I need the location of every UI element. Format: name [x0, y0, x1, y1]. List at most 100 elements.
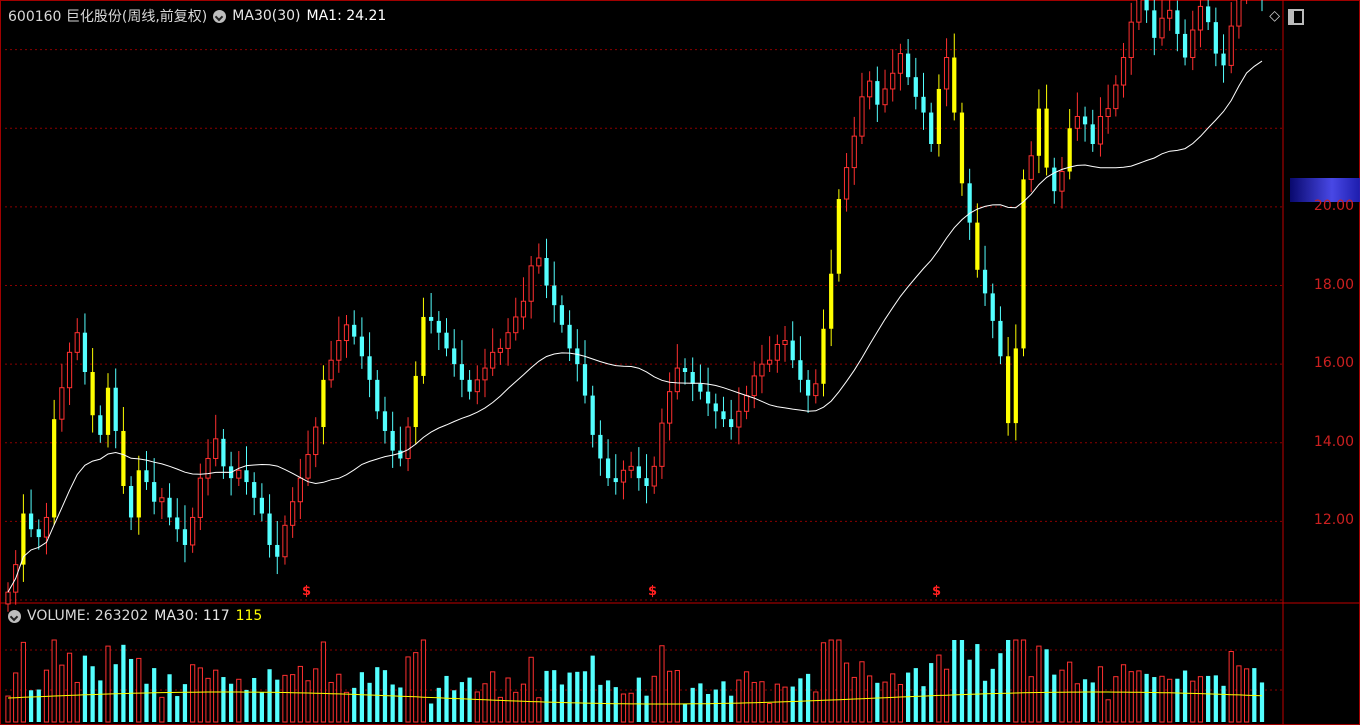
candle-body	[1097, 115, 1104, 145]
candle-body	[659, 422, 665, 467]
event-marker[interactable]: $	[932, 584, 941, 599]
candle-body	[859, 96, 865, 137]
volume-bar	[959, 640, 965, 722]
candle-body	[790, 340, 795, 361]
volume-bar	[459, 682, 465, 722]
volume-bar	[244, 689, 249, 722]
candle-body	[36, 529, 41, 538]
volume-bar	[936, 654, 942, 723]
volume-bar	[1259, 682, 1265, 722]
volume-bar	[1182, 670, 1188, 722]
candle-body	[582, 364, 588, 396]
candle-body	[321, 379, 326, 428]
candle-body	[767, 359, 773, 365]
candle-body	[66, 351, 73, 389]
volume-bar	[136, 657, 142, 723]
volume-bar	[975, 644, 980, 722]
volume-bar	[236, 678, 242, 723]
volume-bar	[913, 668, 918, 722]
chevron-circle-icon[interactable]	[8, 609, 21, 623]
candle-body	[1213, 22, 1218, 54]
candle-body	[520, 300, 527, 318]
candle-body	[105, 387, 111, 435]
candle-body	[636, 466, 641, 479]
volume-bar	[1097, 666, 1104, 723]
volume-bar	[252, 677, 257, 722]
volume-bar	[1159, 675, 1165, 723]
candle-body	[59, 387, 65, 420]
volume-bar	[490, 671, 496, 723]
volume-bar	[1059, 669, 1065, 723]
candle-body	[890, 72, 896, 90]
candle-body	[882, 88, 888, 106]
candle-body	[136, 470, 141, 518]
candle-body	[998, 320, 1003, 357]
volume-bar	[682, 703, 688, 722]
event-marker[interactable]: $	[648, 584, 657, 599]
candle-body	[398, 450, 403, 459]
volume-bar	[444, 675, 449, 722]
volume-bar	[520, 683, 527, 723]
volume-bar	[644, 695, 649, 722]
volume-bar	[1175, 678, 1180, 722]
volume-bar	[259, 692, 264, 722]
volume-bar	[297, 665, 303, 723]
candle-body	[1113, 84, 1119, 110]
candle-body	[913, 77, 918, 97]
candle-body	[436, 320, 441, 333]
candle-body	[605, 458, 611, 479]
volume-bar	[582, 671, 588, 722]
volume-bar	[375, 667, 380, 722]
candle-body	[490, 351, 496, 369]
volume-bar	[820, 642, 827, 723]
candle-body	[1067, 128, 1072, 172]
volume-bar	[359, 672, 365, 722]
volume-bar	[605, 680, 611, 722]
volume-bar	[367, 682, 372, 722]
volume-bar	[736, 679, 742, 723]
candle-body	[205, 457, 211, 479]
candle-body	[359, 336, 365, 357]
volume-bar	[798, 678, 803, 722]
event-marker[interactable]: $	[302, 584, 311, 599]
candle-body	[1059, 171, 1065, 192]
candle-body	[121, 430, 126, 486]
candle-body	[959, 112, 965, 184]
candle-body	[1120, 57, 1127, 86]
candle-body	[1082, 116, 1088, 125]
chevron-circle-icon[interactable]	[213, 9, 227, 23]
candle-body	[267, 513, 272, 545]
candle-body	[613, 478, 618, 483]
candle-body	[805, 379, 811, 396]
candle-body	[536, 257, 542, 267]
candle-body	[690, 372, 695, 384]
panel-toggle-icon[interactable]	[1288, 9, 1304, 25]
stock-chart-window: 600160 巨化股份(周线,前复权) MA30(30) MA1: 24.21 …	[0, 0, 1360, 725]
diamond-icon[interactable]: ◇	[1269, 8, 1280, 24]
candle-body	[943, 57, 950, 90]
volume-ma-label: MA30: 117	[154, 608, 230, 624]
volume-bar	[743, 671, 750, 723]
y-tick-label: 16.00	[1313, 355, 1354, 372]
volume-bar	[1113, 676, 1119, 723]
candle-body	[482, 367, 488, 381]
volume-bar	[282, 674, 288, 723]
volume-bar	[1128, 671, 1134, 723]
volume-bar	[528, 656, 534, 723]
volume-bar	[1167, 678, 1173, 723]
candle-body	[429, 316, 434, 321]
volume-bar	[1082, 679, 1088, 722]
candle-body	[782, 340, 788, 345]
candle-body	[682, 368, 688, 372]
candle-body	[1090, 124, 1095, 144]
candle-body	[905, 53, 911, 78]
volume-bar	[59, 664, 65, 723]
volume-bar	[228, 683, 234, 722]
ma-indicator-label[interactable]: MA30(30)	[232, 8, 300, 24]
candle-body	[474, 379, 480, 393]
candle-body	[259, 497, 264, 514]
volume-bar	[128, 658, 134, 722]
volume-bar	[774, 683, 780, 723]
stock-title: 600160 巨化股份(周线,前复权)	[8, 9, 208, 25]
volume-bar	[882, 681, 888, 723]
